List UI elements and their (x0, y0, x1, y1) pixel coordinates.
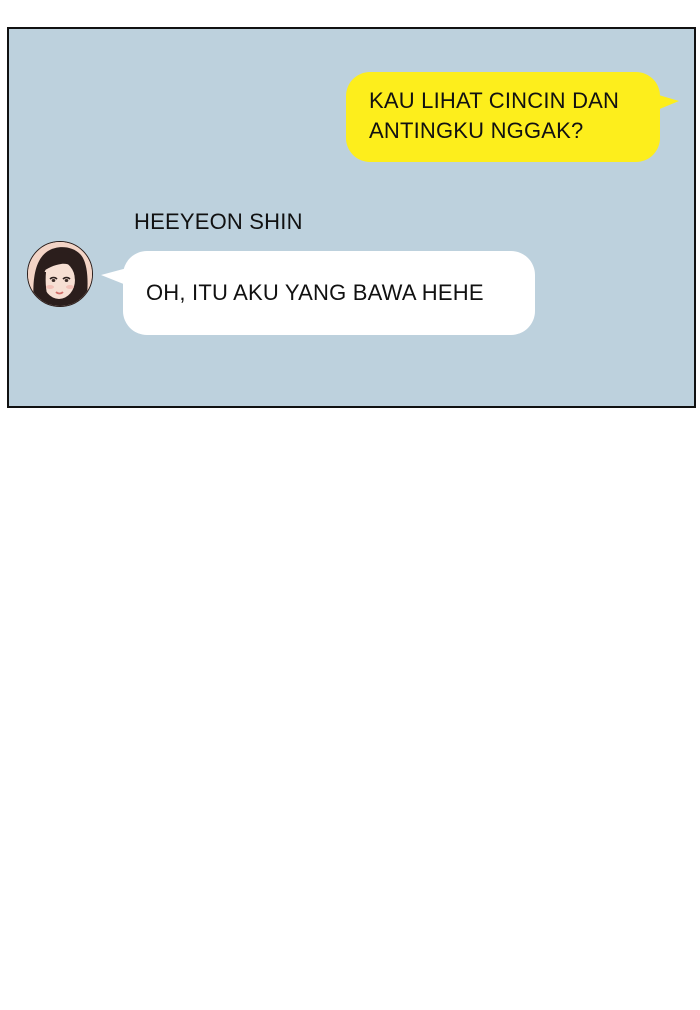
sender-name: HEEYEON SHIN (134, 209, 303, 234)
chat-panel: KAU LIHAT CINCIN DAN ANTINGKU NGGAK? HEE… (7, 27, 696, 408)
incoming-message-text: OH, ITU AKU YANG BAWA HEHE (146, 280, 484, 305)
outgoing-message-line-2: ANTINGKU NGGAK? (369, 118, 584, 143)
avatar-woman-dark-hair-icon (28, 242, 92, 306)
outgoing-message-bubble: KAU LIHAT CINCIN DAN ANTINGKU NGGAK? (346, 72, 660, 162)
incoming-message-bubble: OH, ITU AKU YANG BAWA HEHE (123, 251, 535, 335)
outgoing-message-line-1: KAU LIHAT CINCIN DAN (369, 88, 620, 113)
sender-avatar[interactable] (27, 241, 93, 307)
